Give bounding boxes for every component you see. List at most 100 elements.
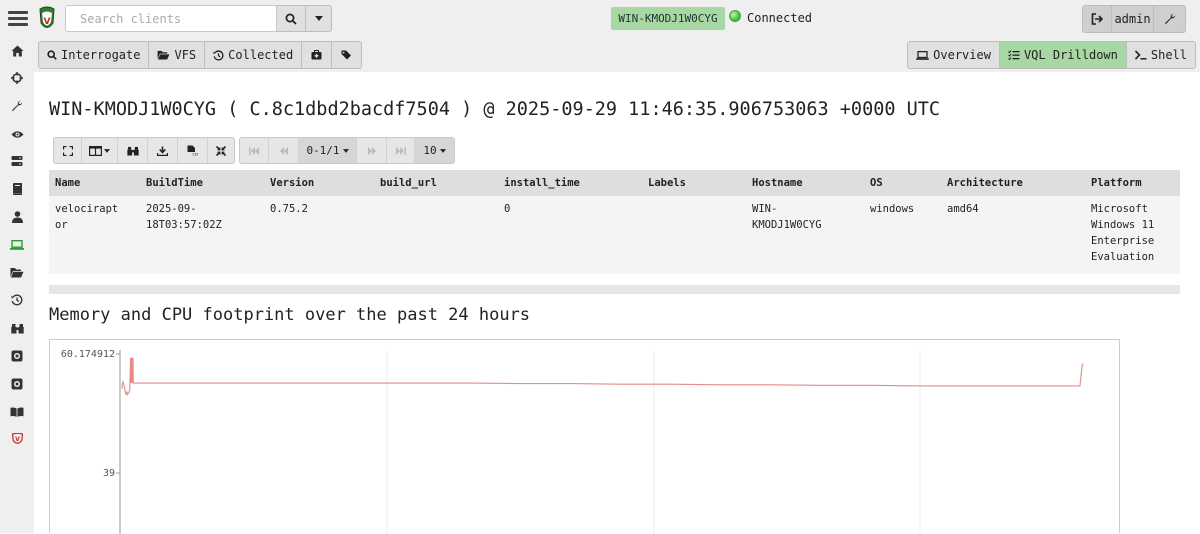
user-settings-button[interactable] bbox=[1154, 5, 1186, 33]
filter-button[interactable] bbox=[117, 138, 147, 163]
wrench-icon[interactable] bbox=[9, 98, 25, 114]
footprint-chart: 60.174912 39 bbox=[49, 339, 1120, 534]
export-csv-button[interactable]: csv bbox=[177, 138, 207, 163]
book-open-icon[interactable] bbox=[9, 404, 25, 420]
crosshair-icon[interactable] bbox=[9, 70, 25, 86]
binoculars-icon[interactable] bbox=[9, 320, 25, 336]
column-header[interactable]: Hostname bbox=[752, 175, 803, 191]
page-size-dropdown[interactable]: 10 bbox=[414, 138, 454, 163]
table-actions-group: csv bbox=[53, 137, 235, 164]
vql-drilldown-button[interactable]: VQL Drilldown bbox=[999, 41, 1127, 69]
logout-button[interactable] bbox=[1082, 5, 1112, 33]
home-icon[interactable] bbox=[9, 43, 25, 59]
search-icon bbox=[47, 50, 57, 60]
table-toolbar: csv 0-1/1 10 bbox=[53, 137, 455, 164]
series-line-0 bbox=[121, 357, 1084, 396]
footprint-chart-svg: 60.174912 39 bbox=[61, 349, 1084, 534]
file-csv-icon: csv bbox=[187, 145, 198, 156]
caret-down-icon bbox=[439, 148, 446, 153]
search-button[interactable] bbox=[277, 5, 306, 32]
laptop-icon bbox=[916, 50, 929, 60]
first-page-button[interactable] bbox=[240, 138, 268, 163]
table-cell-buildtime: 2025-09- 18T03:57:02Z bbox=[146, 203, 222, 231]
overview-button[interactable]: Overview bbox=[907, 41, 1000, 69]
previous-page-button[interactable] bbox=[268, 138, 298, 163]
laptop-icon[interactable] bbox=[9, 237, 25, 253]
y-tick-label: 60.174912 bbox=[61, 349, 115, 360]
expand-icon bbox=[62, 145, 73, 156]
connected-status-icon bbox=[729, 10, 741, 22]
page-range-label: 0-1/1 bbox=[306, 144, 340, 157]
table-cell-install-time: 0 bbox=[504, 203, 511, 215]
column-header[interactable]: Version bbox=[270, 175, 314, 191]
search-clients-input[interactable] bbox=[65, 5, 277, 32]
compress-button[interactable] bbox=[207, 138, 234, 163]
client-toolbar: Interrogate VFS Collected Overview VQL D… bbox=[34, 38, 1200, 72]
page-title: WIN-KMODJ1W0CYG ( C.8c1dbd2bacdf7504 ) @… bbox=[49, 99, 941, 120]
labels-button[interactable] bbox=[332, 41, 363, 69]
column-header[interactable]: Name bbox=[55, 175, 80, 191]
columns-icon bbox=[89, 145, 102, 156]
collected-button[interactable]: Collected bbox=[205, 41, 303, 69]
last-page-button[interactable] bbox=[386, 138, 414, 163]
overview-label: Overview bbox=[933, 48, 991, 62]
eye-icon[interactable] bbox=[9, 126, 25, 142]
column-header[interactable]: Architecture bbox=[947, 175, 1023, 191]
fullscreen-button[interactable] bbox=[54, 138, 81, 163]
column-header[interactable]: build_url bbox=[380, 175, 437, 191]
quarantine-button[interactable] bbox=[302, 41, 333, 69]
book-icon[interactable] bbox=[9, 181, 25, 197]
first-page-icon bbox=[249, 146, 259, 155]
results-table: Name BuildTime Version build_url install… bbox=[49, 170, 1180, 274]
search-options-dropdown[interactable] bbox=[306, 5, 332, 32]
folder-open-icon[interactable] bbox=[9, 264, 25, 280]
main-content: WIN-KMODJ1W0CYG ( C.8c1dbd2bacdf7504 ) @… bbox=[34, 72, 1200, 534]
client-actions-group: Interrogate VFS Collected bbox=[38, 41, 363, 69]
user-icon[interactable] bbox=[9, 209, 25, 225]
column-header[interactable]: OS bbox=[870, 175, 883, 191]
section-divider bbox=[49, 285, 1180, 294]
table-cell-os: windows bbox=[870, 203, 915, 215]
user-button[interactable]: admin bbox=[1112, 5, 1154, 33]
client-views-group: Overview VQL Drilldown Shell bbox=[907, 41, 1196, 69]
columns-button[interactable] bbox=[81, 138, 117, 163]
shell-button[interactable]: Shell bbox=[1126, 41, 1196, 69]
velociraptor-logo-icon[interactable]: V bbox=[37, 5, 57, 33]
table-cell-version: 0.75.2 bbox=[270, 203, 308, 215]
server-icon[interactable] bbox=[9, 153, 25, 169]
interrogate-button[interactable]: Interrogate bbox=[38, 41, 150, 69]
velociraptor-icon[interactable]: V bbox=[9, 431, 25, 447]
backward-icon bbox=[279, 146, 288, 155]
box-icon[interactable] bbox=[9, 348, 25, 364]
column-header[interactable]: install_time bbox=[504, 175, 580, 191]
wrench-icon bbox=[1164, 13, 1175, 25]
pagination-group: 0-1/1 10 bbox=[239, 137, 455, 164]
medkit-icon bbox=[311, 50, 322, 60]
selected-client-badge[interactable]: WIN-KMODJ1W0CYG bbox=[611, 7, 725, 30]
binoculars-icon bbox=[126, 146, 139, 156]
shell-label: Shell bbox=[1150, 48, 1187, 62]
download-button[interactable] bbox=[147, 138, 177, 163]
table-cell-platform: Microsoft Windows 11 Enterprise Evaluati… bbox=[1091, 203, 1155, 263]
table-cell-hostname: WIN- KMODJ1W0CYG bbox=[752, 203, 822, 231]
history-icon[interactable] bbox=[9, 292, 25, 308]
column-header[interactable]: BuildTime bbox=[146, 175, 203, 191]
user-menu-group: admin bbox=[1082, 5, 1186, 33]
forward-icon bbox=[367, 146, 376, 155]
next-page-button[interactable] bbox=[356, 138, 386, 163]
column-header[interactable]: Platform bbox=[1091, 175, 1142, 191]
hamburger-menu-icon[interactable] bbox=[8, 8, 28, 28]
vfs-button[interactable]: VFS bbox=[149, 41, 206, 69]
column-header[interactable]: Labels bbox=[648, 175, 686, 191]
box-icon[interactable] bbox=[9, 376, 25, 392]
connection-status-text: Connected bbox=[747, 11, 813, 25]
svg-text:V: V bbox=[15, 436, 20, 443]
svg-text:V: V bbox=[44, 17, 51, 27]
tags-icon bbox=[341, 50, 352, 60]
history-icon bbox=[213, 49, 224, 60]
compress-icon bbox=[216, 145, 226, 156]
caret-down-icon bbox=[342, 148, 349, 153]
terminal-icon bbox=[1134, 50, 1147, 60]
sign-out-icon bbox=[1091, 13, 1103, 25]
page-range-dropdown[interactable]: 0-1/1 bbox=[298, 138, 356, 163]
